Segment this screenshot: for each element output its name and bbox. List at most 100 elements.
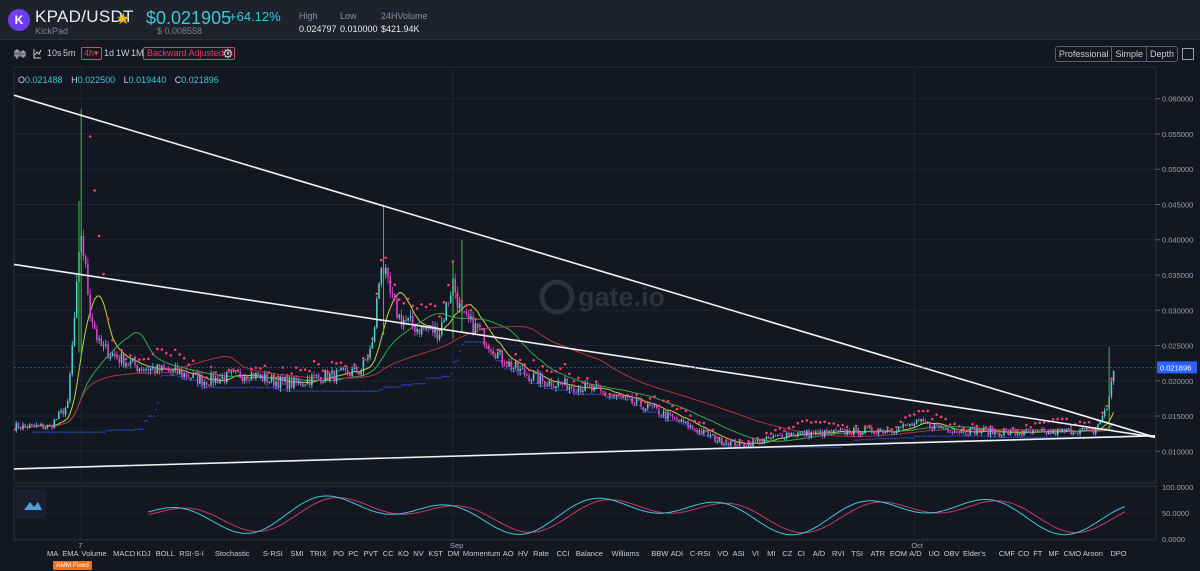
y-axis: 0.010000 0.015000 0.020000 0.025000 0.030000… bbox=[1156, 95, 1193, 456]
candle-up bbox=[40, 423, 42, 426]
view-professional[interactable]: Professional bbox=[1056, 47, 1113, 61]
indicator-8[interactable]: S-RSI bbox=[263, 549, 283, 558]
indicator-26[interactable]: BBW bbox=[651, 549, 668, 558]
indicator-37[interactable]: TSI bbox=[851, 549, 863, 558]
indicator-25[interactable]: Williams bbox=[612, 549, 640, 558]
candle-down bbox=[866, 427, 869, 429]
indicator-40[interactable]: A/D bbox=[909, 549, 922, 558]
settings-gear-icon[interactable]: ⚙ bbox=[222, 46, 234, 62]
indicator-47[interactable]: MF bbox=[1048, 549, 1059, 558]
candle-down bbox=[290, 378, 293, 388]
indicator-2[interactable]: Volume bbox=[82, 549, 107, 558]
indicator-50[interactable]: DPO bbox=[1110, 549, 1126, 558]
indicator-1[interactable]: EMA bbox=[62, 549, 78, 558]
interval-1m[interactable]: 1M bbox=[131, 48, 144, 58]
sar-dot bbox=[890, 428, 894, 431]
indicator-42[interactable]: OBV bbox=[944, 549, 960, 558]
candle-down bbox=[454, 278, 456, 293]
indicator-7[interactable]: Stochastic bbox=[215, 549, 250, 558]
indicator-6[interactable]: RSI-S-I bbox=[179, 549, 204, 558]
indicator-18[interactable]: DM bbox=[448, 549, 460, 558]
candle-down bbox=[974, 427, 976, 435]
candle-up bbox=[1032, 430, 1034, 434]
candle-up bbox=[953, 431, 956, 434]
indicator-icon[interactable] bbox=[32, 48, 42, 59]
indicator-5[interactable]: BOLL bbox=[156, 549, 175, 558]
candle-up bbox=[897, 426, 900, 432]
indicator-43[interactable]: Elder's bbox=[963, 549, 986, 558]
sar-dot bbox=[724, 439, 728, 442]
fullscreen-icon[interactable] bbox=[1182, 48, 1194, 60]
indicator-13[interactable]: PVT bbox=[364, 549, 379, 558]
indicator-33[interactable]: CZ bbox=[782, 549, 792, 558]
indicator-17[interactable]: KST bbox=[428, 549, 443, 558]
indicator-41[interactable]: UO bbox=[929, 549, 940, 558]
y-tick-label: 0.055000 bbox=[1162, 130, 1193, 139]
indicator-27[interactable]: ADI bbox=[671, 549, 684, 558]
indicator-30[interactable]: ASI bbox=[733, 549, 745, 558]
candle-down bbox=[844, 429, 846, 435]
interval-1d[interactable]: 1d bbox=[104, 48, 114, 58]
indicator-31[interactable]: VI bbox=[752, 549, 759, 558]
indicator-24[interactable]: Balance bbox=[576, 549, 603, 558]
indicator-32[interactable]: MI bbox=[767, 549, 775, 558]
indicator-15[interactable]: KO bbox=[398, 549, 409, 558]
sar-dot bbox=[191, 359, 195, 363]
indicator-21[interactable]: HV bbox=[518, 549, 528, 558]
indicator-45[interactable]: CO bbox=[1018, 549, 1029, 558]
view-simple[interactable]: Simple bbox=[1112, 47, 1147, 61]
indicator-23[interactable]: CCI bbox=[557, 549, 570, 558]
candle-up bbox=[508, 361, 510, 367]
interval-1w[interactable]: 1W bbox=[116, 48, 130, 58]
adjust-select[interactable]: Backward Adjusted ▾ bbox=[143, 47, 235, 60]
candle-up bbox=[839, 429, 842, 431]
indicator-11[interactable]: PO bbox=[333, 549, 344, 558]
sar-dot bbox=[478, 324, 482, 328]
indicator-12[interactable]: PC bbox=[348, 549, 358, 558]
candle-down bbox=[911, 423, 913, 426]
indicator-10[interactable]: TRIX bbox=[310, 549, 327, 558]
candle-up bbox=[324, 370, 327, 382]
candle-up bbox=[864, 427, 866, 434]
candle-up bbox=[877, 430, 880, 435]
candle-type-icon[interactable] bbox=[14, 49, 26, 59]
indicator-48[interactable]: CMO bbox=[1064, 549, 1082, 558]
candle-up bbox=[832, 429, 835, 434]
chart-canvas[interactable]: gate.io 0.0100000.0150000.0200000.025000… bbox=[0, 66, 1200, 549]
view-depth[interactable]: Depth bbox=[1147, 47, 1177, 61]
y-tick-label: 0.025000 bbox=[1162, 342, 1193, 351]
indicator-44[interactable]: CMF bbox=[999, 549, 1015, 558]
indicator-0[interactable]: MA bbox=[47, 549, 58, 558]
indicator-9[interactable]: SMI bbox=[290, 549, 303, 558]
candle-down bbox=[705, 430, 707, 432]
indicator-28[interactable]: C-RSI bbox=[690, 549, 710, 558]
indicator-39[interactable]: EOM bbox=[890, 549, 907, 558]
interval-5m[interactable]: 5m bbox=[63, 48, 76, 58]
indicator-38[interactable]: ATR bbox=[871, 549, 885, 558]
interval-4h[interactable]: 4h▾ bbox=[81, 47, 102, 60]
candle-down bbox=[337, 370, 340, 372]
price-chart[interactable]: gate.io 0.010000 0.015000 0.020000 0.025000… bbox=[0, 66, 1200, 571]
favorite-star-icon[interactable]: ★ bbox=[116, 9, 130, 29]
indicator-46[interactable]: FT bbox=[1033, 549, 1042, 558]
indicator-36[interactable]: RVI bbox=[832, 549, 844, 558]
interval-10s[interactable]: 10s bbox=[47, 48, 62, 58]
indicator-35[interactable]: A/D bbox=[813, 549, 826, 558]
indicator-3[interactable]: MACD bbox=[113, 549, 135, 558]
sar-dot bbox=[536, 369, 540, 372]
indicator-20[interactable]: AO bbox=[503, 549, 514, 558]
indicator-34[interactable]: CI bbox=[798, 549, 806, 558]
candle-up bbox=[703, 430, 705, 435]
indicator-29[interactable]: VO bbox=[717, 549, 728, 558]
candle-down bbox=[526, 374, 528, 376]
indicator-22[interactable]: Rate bbox=[533, 549, 549, 558]
candle-down bbox=[42, 423, 44, 429]
sar-dot bbox=[715, 436, 719, 439]
candle-down bbox=[355, 366, 358, 373]
osc-tick-label: 50.0000 bbox=[1162, 509, 1189, 518]
indicator-4[interactable]: KDJ bbox=[137, 549, 151, 558]
indicator-16[interactable]: NV bbox=[413, 549, 423, 558]
indicator-49[interactable]: Aroon bbox=[1083, 549, 1103, 558]
indicator-14[interactable]: CC bbox=[383, 549, 394, 558]
indicator-19[interactable]: Momentum bbox=[463, 549, 501, 558]
